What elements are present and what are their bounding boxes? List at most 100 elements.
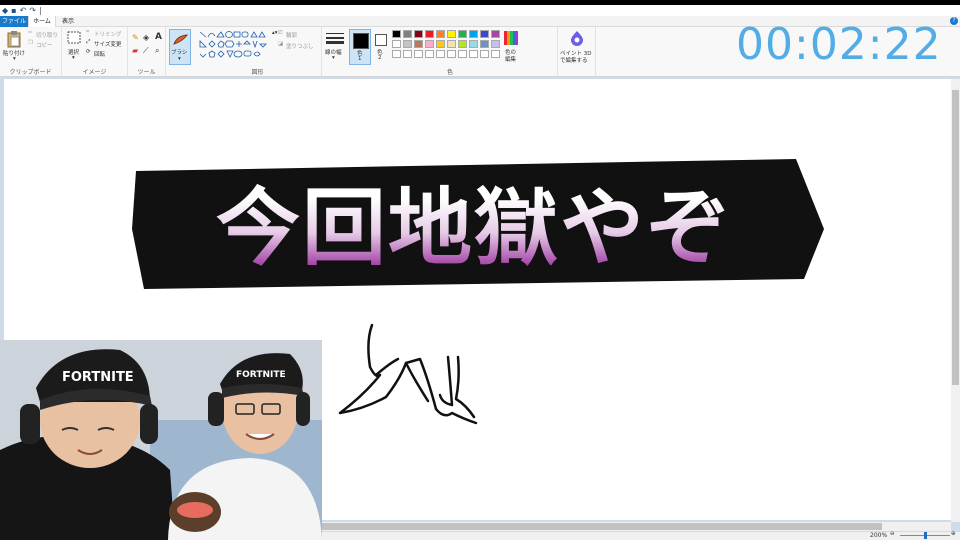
color-picker-icon[interactable]: ⟋	[143, 46, 149, 56]
horizontal-scroll-thumb[interactable]	[322, 523, 882, 530]
palette-swatch[interactable]	[458, 30, 467, 38]
text-icon[interactable]: A	[155, 32, 162, 42]
palette-swatch[interactable]	[392, 50, 401, 58]
shapes-group: ▴▾ ⎚ 輪郭 ◪ 塗りつぶし 図形	[194, 27, 322, 77]
zoom-out-icon[interactable]: ⊖	[890, 531, 895, 537]
resize-icon: ⤢	[86, 39, 91, 45]
palette-swatch[interactable]	[469, 40, 478, 48]
webcam-scene: FORTNITE FORTNITE	[0, 340, 322, 540]
pencil-icon[interactable]: ✎	[132, 33, 139, 42]
palette-swatch[interactable]	[480, 40, 489, 48]
palette-swatch[interactable]	[425, 40, 434, 48]
color1-swatch	[353, 33, 369, 49]
palette-swatch[interactable]	[480, 30, 489, 38]
quick-access-toolbar: ◆ ▪ ↶ ↷ |	[0, 5, 960, 16]
tools-group-label: ツール	[137, 69, 156, 76]
save-icon[interactable]: ▪	[11, 6, 16, 16]
brush-label: ブラシ	[171, 50, 188, 56]
eraser-icon[interactable]: ▰	[132, 46, 138, 55]
shapes-scroll-icon[interactable]: ▴▾	[272, 30, 278, 36]
palette-swatch[interactable]	[491, 50, 500, 58]
edit-colors-line2[interactable]: 編集	[505, 55, 516, 63]
resize-button[interactable]: サイズ変更	[94, 40, 121, 48]
palette-swatch[interactable]	[414, 40, 423, 48]
paste-icon[interactable]	[6, 30, 22, 48]
magnifier-icon[interactable]: ⌕	[155, 46, 159, 56]
palette-swatch[interactable]	[392, 40, 401, 48]
palette-swatch[interactable]	[392, 30, 401, 38]
paint3d-icon[interactable]	[570, 30, 584, 46]
fill-shape-button[interactable]: 塗りつぶし	[286, 42, 314, 50]
status-bar	[320, 531, 960, 540]
line-width-icon[interactable]	[326, 32, 344, 46]
palette-swatch[interactable]	[491, 30, 500, 38]
rotate-button[interactable]: 回転	[94, 50, 105, 58]
palette-swatch[interactable]	[447, 40, 456, 48]
tab-home[interactable]: ホーム	[28, 16, 56, 27]
paste-dropdown-icon[interactable]: ▾	[13, 56, 16, 62]
zoom-in-icon[interactable]: ⊕	[951, 531, 956, 537]
undo-icon[interactable]: ↶	[20, 6, 27, 16]
brush-icon	[173, 34, 189, 45]
palette-swatch[interactable]	[403, 30, 412, 38]
colors-group: 色の 編集 色	[390, 27, 558, 77]
fill-icon[interactable]: ◈	[143, 33, 149, 42]
color1-button[interactable]: 色 1	[349, 29, 371, 65]
edit-colors-icon[interactable]	[504, 31, 518, 45]
select-dropdown-icon[interactable]: ▾	[72, 55, 75, 61]
brush-button[interactable]: ブラシ ▾	[169, 29, 191, 65]
tools-group: ✎ ◈ A ▰ ⟋ ⌕ ツール	[128, 27, 166, 77]
palette-swatch[interactable]	[403, 40, 412, 48]
palette-swatch[interactable]	[436, 30, 445, 38]
palette-swatch[interactable]	[436, 50, 445, 58]
paint-app-icon: ◆	[2, 5, 9, 15]
color2-swatch	[375, 34, 387, 46]
palette-swatch[interactable]	[414, 50, 423, 58]
webcam-overlay: FORTNITE FORTNITE	[0, 340, 322, 540]
palette-swatch[interactable]	[458, 40, 467, 48]
select-icon[interactable]	[67, 31, 81, 44]
palette-swatch[interactable]	[447, 30, 456, 38]
palette-swatch[interactable]	[403, 50, 412, 58]
image-group-label: イメージ	[82, 69, 107, 76]
stream-timer: 00:02:22	[736, 19, 942, 70]
color2-button[interactable]: 色 2	[372, 29, 390, 65]
shapes-group-label: 図形	[251, 69, 264, 76]
palette-swatch[interactable]	[425, 30, 434, 38]
zoom-slider-knob[interactable]	[924, 532, 927, 539]
palette-swatch[interactable]	[414, 30, 423, 38]
tab-view[interactable]: 表示	[56, 16, 80, 27]
copy-button[interactable]: コピー	[36, 41, 53, 49]
crop-button[interactable]: トリミング	[94, 30, 122, 38]
color1-num: 1	[358, 56, 362, 62]
palette-swatch[interactable]	[436, 40, 445, 48]
palette-swatch[interactable]	[469, 30, 478, 38]
palette-swatch[interactable]	[491, 40, 500, 48]
palette-swatch[interactable]	[469, 50, 478, 58]
cut-button[interactable]: 切り取り	[36, 31, 58, 39]
copy-icon: ❐	[28, 40, 33, 46]
colors-group-label: 色	[446, 69, 453, 76]
line-width-dropdown-icon: ▾	[332, 55, 335, 61]
paint3d-line2[interactable]: で編集する	[560, 56, 588, 64]
vertical-scroll-thumb[interactable]	[952, 90, 959, 385]
scissors-icon: ✂	[28, 30, 33, 36]
palette-swatch[interactable]	[480, 50, 489, 58]
palette-swatch[interactable]	[447, 50, 456, 58]
tab-file[interactable]: ファイル	[0, 16, 28, 27]
outline-button[interactable]: 輪郭	[286, 31, 297, 39]
qat-separator: |	[38, 5, 42, 15]
shapes-gallery[interactable]	[198, 30, 270, 60]
rotate-icon: ⟳	[86, 49, 91, 55]
clipboard-group: 貼り付け ▾ ✂ 切り取り ❐ コピー クリップボード	[0, 27, 62, 77]
hand-drawn-figure	[338, 323, 478, 425]
brushes-group: ブラシ ▾	[166, 27, 194, 77]
fill-shape-icon: ◪	[278, 41, 284, 47]
brush-dropdown-icon: ▾	[178, 56, 181, 62]
color2-num: 2	[378, 55, 382, 61]
palette-swatch[interactable]	[425, 50, 434, 58]
outline-icon: ⎚	[278, 30, 283, 36]
image-group: 選択 ▾ ⌗ トリミング ⤢ サイズ変更 ⟳ 回転 イメージ	[62, 27, 128, 77]
redo-icon[interactable]: ↷	[29, 6, 36, 16]
palette-swatch[interactable]	[458, 50, 467, 58]
